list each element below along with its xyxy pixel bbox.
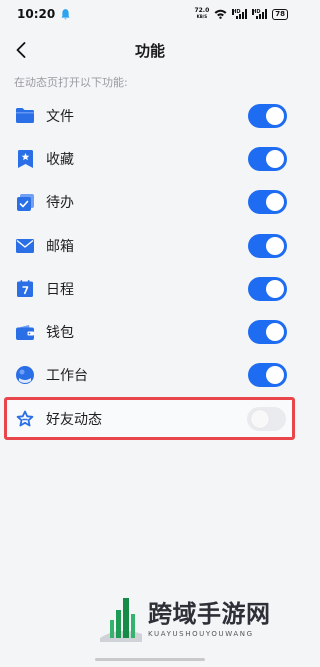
feature-label: 文件	[46, 108, 74, 125]
chevron-left-icon	[16, 42, 26, 58]
signal-icon: HD	[232, 9, 248, 19]
toggle-knob	[266, 193, 284, 212]
toggle-knob	[266, 106, 284, 125]
mail-icon	[15, 236, 35, 256]
section-hint: 在动态页打开以下功能:	[14, 76, 128, 89]
checkbox-icon	[15, 192, 35, 212]
feature-row-file: 文件	[0, 94, 300, 137]
calendar-icon	[15, 279, 35, 299]
feature-row-friends-feed: 好友动态	[4, 397, 295, 441]
home-indicator	[95, 658, 205, 661]
watermark-logo-icon	[100, 598, 142, 642]
feature-toggle-workbench[interactable]	[248, 363, 287, 388]
feature-toggle-calendar[interactable]	[248, 276, 287, 301]
header: 功能	[0, 28, 300, 72]
feature-row-mail: 邮箱	[0, 224, 300, 267]
feature-row-calendar: 日程	[0, 267, 300, 310]
notification-icon	[61, 8, 70, 19]
toggle-knob	[266, 236, 284, 255]
feature-label: 收藏	[46, 151, 74, 168]
wallet-icon	[15, 322, 35, 342]
watermark: 跨域手游网 KUAYUSHOUYOUWANG	[100, 594, 290, 644]
watermark-text: 跨域手游网 KUAYUSHOUYOUWANG	[148, 599, 271, 639]
bookmark-star-icon	[15, 149, 35, 169]
toggle-knob	[266, 279, 284, 298]
feature-toggle-friends-feed[interactable]	[247, 406, 286, 431]
watermark-main: 跨域手游网	[148, 599, 271, 628]
status-bar: 10:20 72.0 KB/S HD HD 78	[0, 0, 300, 28]
network-speed: 72.0 KB/S	[194, 7, 210, 20]
workbench-icon	[15, 365, 35, 385]
feature-toggle-file[interactable]	[248, 103, 287, 128]
feature-row-wallet: 钱包	[0, 310, 300, 353]
feature-row-workbench: 工作台	[0, 354, 300, 397]
feature-toggle-mail[interactable]	[248, 233, 287, 258]
feature-label: 工作台	[46, 368, 88, 385]
page-title: 功能	[134, 41, 165, 60]
feature-toggle-wallet[interactable]	[248, 320, 287, 345]
toggle-knob	[251, 409, 269, 428]
feature-list: 文件 收藏 待办 邮箱 日程 钱包 工作台 好友动态	[0, 94, 300, 441]
toggle-knob	[266, 149, 284, 168]
feature-row-todo: 待办	[0, 181, 300, 224]
feature-toggle-todo[interactable]	[248, 190, 287, 215]
signal-icon-2: HD	[252, 9, 268, 19]
back-button[interactable]	[10, 38, 32, 62]
feature-toggle-favorites[interactable]	[248, 146, 287, 171]
status-indicators: 72.0 KB/S HD HD 78	[194, 8, 288, 20]
watermark-sub: KUAYUSHOUYOUWANG	[148, 630, 254, 638]
feature-label: 待办	[46, 195, 74, 212]
feature-row-favorites: 收藏	[0, 137, 300, 180]
status-time: 10:20	[17, 7, 56, 21]
folder-icon	[15, 106, 35, 126]
feature-label: 钱包	[46, 325, 74, 342]
feature-label: 好友动态	[46, 411, 102, 428]
battery-icon: 78	[272, 8, 288, 20]
toggle-knob	[266, 323, 284, 342]
toggle-knob	[266, 366, 284, 385]
feature-label: 日程	[46, 281, 74, 298]
feature-label: 邮箱	[46, 238, 74, 255]
wifi-icon	[214, 9, 227, 19]
star-outline-icon	[15, 409, 35, 429]
